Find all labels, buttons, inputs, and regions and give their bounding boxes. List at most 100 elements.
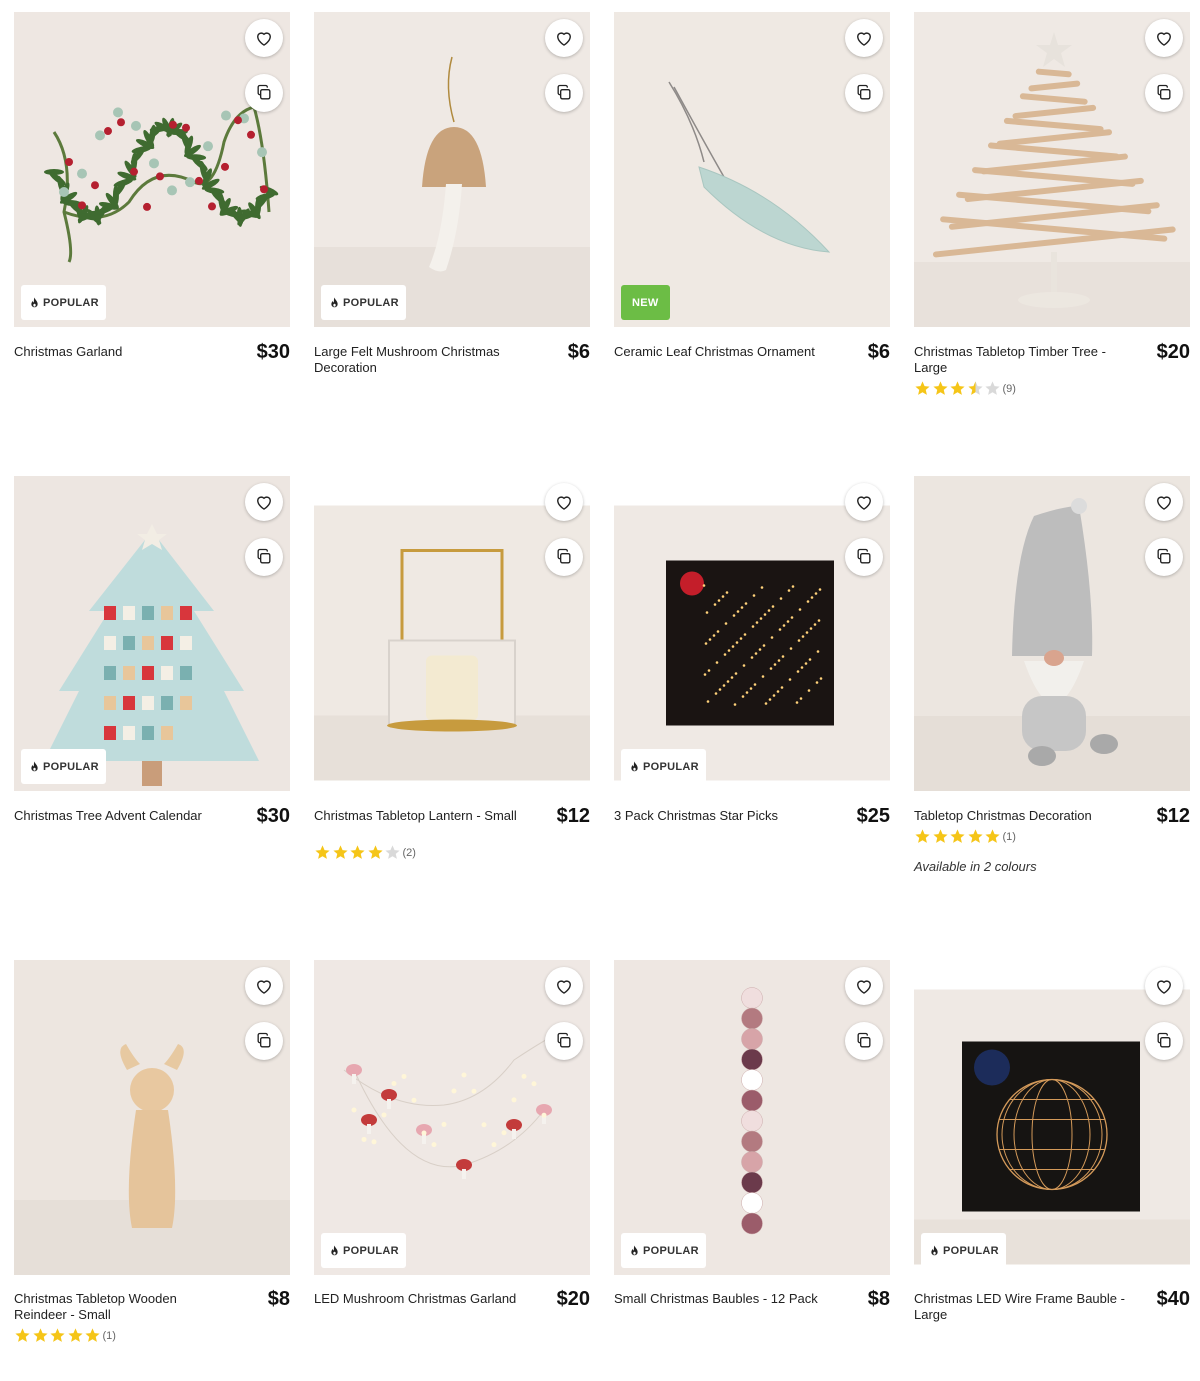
- compare-button[interactable]: [545, 1022, 583, 1060]
- compare-button[interactable]: [1145, 74, 1183, 112]
- product-title[interactable]: Christmas Tabletop Timber Tree - Large: [914, 344, 1132, 376]
- wishlist-button[interactable]: [545, 19, 583, 57]
- compare-button[interactable]: [845, 74, 883, 112]
- review-count: (2): [402, 846, 416, 859]
- product-price: $8: [267, 1288, 290, 1310]
- product-card[interactable]: POPULAR Small Christmas Baubles - 12 Pac…: [614, 0, 890, 1310]
- product-rating[interactable]: (1): [914, 828, 1016, 845]
- product-image[interactable]: [614, 960, 890, 1275]
- product-image[interactable]: [914, 12, 1190, 327]
- heart-icon: [257, 980, 271, 994]
- compare-button[interactable]: [245, 538, 283, 576]
- compare-button[interactable]: [245, 1022, 283, 1060]
- badge-label: POPULAR: [643, 1244, 699, 1257]
- compare-button[interactable]: [545, 538, 583, 576]
- compare-button[interactable]: [845, 1022, 883, 1060]
- star-icon: [367, 845, 383, 859]
- compare-button[interactable]: [1145, 538, 1183, 576]
- wishlist-button[interactable]: [845, 967, 883, 1005]
- product-image[interactable]: [14, 960, 290, 1275]
- product-image-wrap[interactable]: [14, 960, 290, 1275]
- product-image-wrap[interactable]: POPULAR: [314, 12, 590, 327]
- product-image-wrap[interactable]: POPULAR: [614, 960, 890, 1275]
- star-icon: [15, 1328, 30, 1342]
- wishlist-button[interactable]: [245, 967, 283, 1005]
- product-title[interactable]: Christmas LED Wire Frame Bauble - Large: [914, 1291, 1132, 1323]
- product-image[interactable]: [314, 495, 590, 791]
- wishlist-button[interactable]: [845, 483, 883, 521]
- compare-button[interactable]: [845, 538, 883, 576]
- popular-badge: POPULAR: [921, 1233, 1006, 1268]
- product-card[interactable]: Christmas Tabletop Wooden Reindeer - Sma…: [14, 0, 290, 1342]
- wishlist-button[interactable]: [845, 19, 883, 57]
- product-rating[interactable]: (9): [914, 380, 1016, 397]
- product-image-wrap[interactable]: [914, 12, 1190, 327]
- compare-icon: [1157, 1032, 1171, 1048]
- wishlist-button[interactable]: [245, 483, 283, 521]
- heart-icon: [1157, 496, 1171, 510]
- product-image[interactable]: [914, 979, 1190, 1275]
- heart-icon: [557, 496, 571, 510]
- wishlist-button[interactable]: [1145, 19, 1183, 57]
- wishlist-button[interactable]: [545, 967, 583, 1005]
- compare-button[interactable]: [545, 74, 583, 112]
- wishlist-button[interactable]: [545, 483, 583, 521]
- compare-button[interactable]: [1145, 1022, 1183, 1060]
- product-image-wrap[interactable]: POPULAR: [14, 12, 290, 327]
- new-badge: NEW: [621, 285, 670, 320]
- product-card[interactable]: POPULAR LED Mushroom Christmas Garland $…: [314, 0, 590, 1310]
- product-title[interactable]: LED Mushroom Christmas Garland: [314, 1291, 532, 1307]
- product-title[interactable]: Christmas Tabletop Wooden Reindeer - Sma…: [14, 1291, 232, 1323]
- product-image-wrap[interactable]: [314, 476, 590, 791]
- product-card[interactable]: POPULAR Christmas LED Wire Frame Bauble …: [914, 0, 1190, 1322]
- popular-badge: POPULAR: [21, 749, 106, 784]
- product-image[interactable]: [314, 12, 590, 327]
- product-rating[interactable]: (2): [314, 844, 416, 861]
- product-image[interactable]: [314, 960, 590, 1275]
- wishlist-button[interactable]: [1145, 967, 1183, 1005]
- product-image[interactable]: [614, 495, 890, 791]
- product-image[interactable]: [914, 476, 1190, 791]
- review-count: (1): [102, 1329, 116, 1342]
- product-price: $25: [856, 805, 890, 827]
- compare-icon: [557, 84, 571, 100]
- product-image-wrap[interactable]: POPULAR: [914, 960, 1190, 1275]
- product-image-wrap[interactable]: POPULAR: [14, 476, 290, 791]
- star-icon: [85, 1328, 100, 1342]
- product-image[interactable]: [614, 12, 890, 327]
- product-image-wrap[interactable]: POPULAR: [614, 476, 890, 791]
- star-icon: [915, 829, 930, 843]
- colour-availability: Available in 2 colours: [914, 859, 1037, 874]
- product-image-wrap[interactable]: POPULAR: [314, 960, 590, 1275]
- popular-badge: POPULAR: [321, 285, 406, 320]
- product-title[interactable]: Tabletop Christmas Decoration: [914, 808, 1132, 824]
- popular-badge: POPULAR: [21, 285, 106, 320]
- product-title[interactable]: 3 Pack Christmas Star Picks: [614, 808, 832, 824]
- product-title[interactable]: Small Christmas Baubles - 12 Pack: [614, 1291, 832, 1307]
- product-price: $20: [556, 1288, 590, 1310]
- popular-badge: POPULAR: [321, 1233, 406, 1268]
- compare-icon: [1157, 84, 1171, 100]
- compare-icon: [857, 84, 871, 100]
- compare-icon: [857, 548, 871, 564]
- compare-icon: [257, 1032, 271, 1048]
- wishlist-button[interactable]: [1145, 483, 1183, 521]
- product-price: $6: [567, 341, 590, 363]
- product-rating[interactable]: (1): [14, 1327, 116, 1344]
- product-title[interactable]: Christmas Tabletop Lantern - Small: [314, 808, 532, 824]
- product-price: $8: [867, 1288, 890, 1310]
- star-icon: [985, 381, 1000, 395]
- product-image-wrap[interactable]: [914, 476, 1190, 791]
- product-image[interactable]: [14, 12, 290, 327]
- compare-button[interactable]: [245, 74, 283, 112]
- product-image-wrap[interactable]: NEW: [614, 12, 890, 327]
- badge-label: POPULAR: [43, 296, 99, 309]
- product-title[interactable]: Large Felt Mushroom Christmas Decoration: [314, 344, 532, 376]
- product-image[interactable]: [14, 476, 290, 791]
- wishlist-button[interactable]: [245, 19, 283, 57]
- product-title[interactable]: Ceramic Leaf Christmas Ornament: [614, 344, 832, 360]
- star-icon: [967, 381, 983, 395]
- product-title[interactable]: Christmas Garland: [14, 344, 232, 360]
- badge-label: POPULAR: [343, 296, 399, 309]
- product-title[interactable]: Christmas Tree Advent Calendar: [14, 808, 232, 824]
